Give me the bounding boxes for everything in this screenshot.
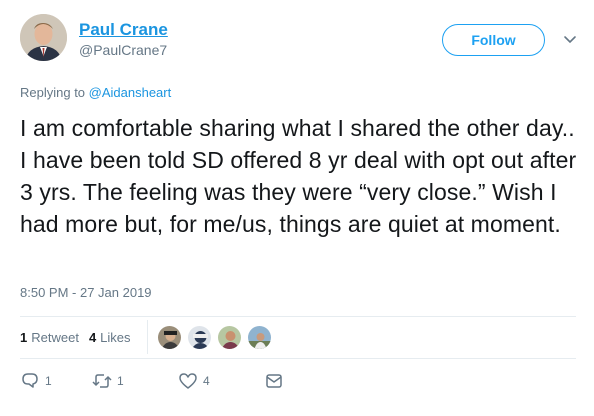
author-name[interactable]: Paul Crane bbox=[79, 20, 168, 40]
avatar[interactable] bbox=[20, 14, 67, 61]
retweets-stat[interactable]: 1 Retweet bbox=[20, 330, 79, 345]
author-handle: @PaulCrane7 bbox=[79, 42, 168, 58]
like-action[interactable]: 4 bbox=[178, 372, 264, 390]
message-action[interactable] bbox=[264, 372, 284, 390]
divider bbox=[20, 358, 576, 359]
replying-to-link[interactable]: @Aidansheart bbox=[89, 85, 172, 100]
likes-label: Likes bbox=[100, 330, 131, 345]
reply-action[interactable]: 1 bbox=[20, 372, 92, 390]
tweet-text: I am comfortable sharing what I shared t… bbox=[20, 115, 577, 237]
retweets-count: 1 bbox=[20, 330, 28, 345]
liker-avatar[interactable] bbox=[217, 325, 242, 350]
divider bbox=[20, 316, 576, 317]
reply-count: 1 bbox=[45, 374, 52, 388]
retweet-action[interactable]: 1 bbox=[92, 372, 178, 390]
replying-to: Replying to @Aidansheart bbox=[20, 85, 171, 100]
engagement-stats: 1 Retweet 4 Likes bbox=[20, 330, 141, 345]
like-count: 4 bbox=[203, 374, 210, 388]
liker-avatar[interactable] bbox=[247, 325, 272, 350]
message-icon bbox=[266, 374, 282, 388]
heart-icon bbox=[179, 373, 197, 389]
follow-button[interactable]: Follow bbox=[442, 24, 545, 56]
retweet-count: 1 bbox=[117, 374, 124, 388]
reply-icon bbox=[22, 373, 38, 388]
stats-separator bbox=[147, 320, 148, 354]
replying-to-prefix: Replying to bbox=[20, 85, 89, 100]
likes-count: 4 bbox=[88, 330, 97, 345]
retweets-label: Retweet bbox=[31, 330, 79, 345]
liker-avatar[interactable] bbox=[157, 325, 182, 350]
tweet-timestamp[interactable]: 8:50 PM - 27 Jan 2019 bbox=[20, 285, 152, 300]
chevron-down-icon[interactable] bbox=[563, 32, 577, 46]
likes-stat[interactable]: 4 Likes bbox=[89, 330, 131, 345]
liker-avatar[interactable] bbox=[187, 325, 212, 350]
tweet-actions: 1 1 4 bbox=[20, 372, 284, 390]
likers-avatars bbox=[157, 325, 277, 350]
retweet-icon bbox=[92, 374, 112, 388]
